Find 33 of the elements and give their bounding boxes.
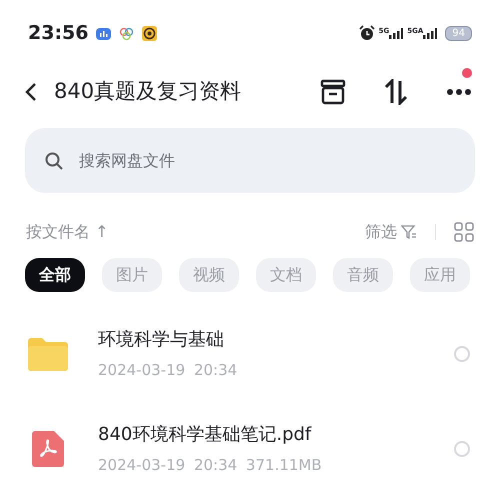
signal-icon: [423, 28, 438, 38]
filter-chip[interactable]: 全部: [25, 258, 85, 292]
sort-icon[interactable]: [384, 79, 408, 105]
select-radio[interactable]: [454, 440, 470, 456]
app-icon: [96, 26, 112, 40]
file-details: 2024-03-19 20:34: [98, 360, 238, 381]
file-name[interactable]: 840环境科学基础笔记.pdf: [98, 420, 322, 448]
filter-button[interactable]: 筛选: [365, 220, 417, 244]
app-icon: [119, 26, 134, 40]
app-icon: [142, 26, 158, 40]
search-field[interactable]: 搜索网盘文件: [25, 128, 475, 193]
alarm-icon: [358, 25, 375, 41]
filter-chip[interactable]: 视频: [179, 258, 239, 292]
archive-icon[interactable]: [320, 79, 346, 105]
filter-chip[interactable]: 应用: [410, 258, 470, 292]
filter-chip[interactable]: 图片: [102, 258, 162, 292]
grid-view-icon[interactable]: [454, 222, 474, 242]
file-details: 2024-03-19 20:34 371.11MB: [98, 454, 322, 476]
sort-button[interactable]: 按文件名 ↑: [26, 220, 108, 244]
filter-icon: [401, 225, 417, 239]
select-radio[interactable]: [454, 346, 470, 362]
folder-icon: [28, 336, 68, 370]
filter-chip[interactable]: 文档: [256, 258, 316, 292]
page-title: 840真题及复习资料: [54, 78, 242, 106]
filter-chip[interactable]: 音频: [333, 258, 393, 292]
back-icon[interactable]: [24, 82, 38, 102]
battery-indicator: 94: [445, 26, 472, 40]
more-icon[interactable]: [446, 88, 472, 96]
search-icon: [45, 152, 63, 170]
pdf-file-icon: [32, 430, 64, 466]
file-name[interactable]: 环境科学与基础: [98, 326, 238, 353]
signal-icon: [389, 28, 404, 38]
status-time: 23:56: [28, 20, 88, 46]
